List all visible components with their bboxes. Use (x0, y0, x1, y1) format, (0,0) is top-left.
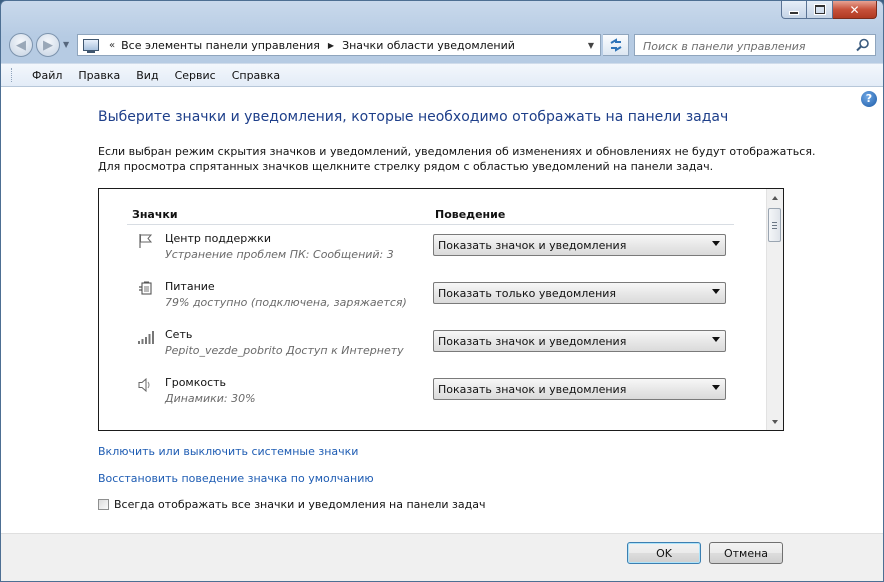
item-name: Громкость (165, 376, 227, 389)
network-signal-icon (138, 331, 154, 344)
scroll-up-button[interactable] (767, 189, 783, 206)
back-arrow-icon: ◀ (16, 37, 26, 53)
page-title: Выберите значки и уведомления, которые н… (98, 109, 729, 125)
menu-bar: Файл Правка Вид Сервис Справка (1, 63, 883, 87)
scroll-down-button[interactable] (767, 413, 783, 430)
list-item-volume: Громкость Динамики: 30% Показать значок … (99, 371, 765, 411)
minimize-icon (789, 10, 799, 15)
thumb-grip (772, 228, 777, 229)
column-header-icons: Значки (132, 208, 178, 221)
breadcrumb-notification-area-icons[interactable]: Значки области уведомлений (342, 39, 515, 52)
scroll-thumb[interactable] (768, 208, 781, 242)
address-bar[interactable]: « Все элементы панели управления ▶ Значк… (77, 34, 601, 56)
refresh-button[interactable] (603, 34, 629, 56)
flag-icon (139, 234, 153, 248)
header-divider (127, 224, 734, 225)
always-show-all-label[interactable]: Всегда отображать все значки и уведомлен… (114, 498, 486, 511)
search-icon[interactable] (856, 38, 870, 52)
ok-button[interactable]: OK (627, 542, 701, 564)
restore-defaults-link[interactable]: Восстановить поведение значка по умолчан… (98, 472, 374, 485)
page-description: Если выбран режим скрытия значков и увед… (98, 144, 815, 174)
help-icon[interactable]: ? (861, 91, 877, 107)
list-item-network: Сеть Pepito_vezde_pobrito Доступ к Интер… (99, 323, 765, 363)
dropdown-value: Показать значок и уведомления (438, 382, 627, 396)
scroll-down-icon (772, 419, 778, 424)
list-scrollbar[interactable] (766, 189, 783, 430)
cancel-button[interactable]: Отмена (709, 542, 783, 564)
menu-grip (11, 68, 14, 82)
navigation-bar: ◀ ▶ ▼ « Все элементы панели управления ▶… (1, 29, 883, 63)
maximize-button[interactable] (807, 1, 833, 19)
dropdown-value: Показать значок и уведомления (438, 238, 627, 252)
item-name: Сеть (165, 328, 193, 341)
menu-tools[interactable]: Сервис (167, 69, 224, 82)
close-button[interactable]: ✕ (833, 1, 877, 19)
close-icon: ✕ (849, 2, 860, 17)
list-item-action-center: Центр поддержки Устранение проблем ПК: С… (99, 227, 765, 267)
chevron-down-icon (712, 337, 720, 342)
breadcrumb-separator-icon[interactable]: ▶ (328, 41, 334, 50)
breadcrumb-overflow-icon[interactable]: « (109, 40, 115, 51)
menu-file[interactable]: Файл (24, 69, 70, 82)
list-item-power: Питание 79% доступно (подключена, заряжа… (99, 275, 765, 315)
power-plug-icon (139, 281, 152, 295)
thumb-grip (772, 222, 777, 223)
control-panel-window: ✕ ◀ ▶ ▼ « Все элементы панели управления… (0, 0, 884, 582)
dropdown-value: Показать значок и уведомления (438, 334, 627, 348)
behavior-dropdown[interactable]: Показать значок и уведомления (433, 330, 726, 352)
minimize-button[interactable] (781, 1, 807, 19)
notification-icons-list: Значки Поведение Центр поддержки Устране… (98, 188, 784, 431)
search-input[interactable] (641, 36, 855, 56)
item-detail: Динамики: 30% (165, 392, 256, 405)
description-line-2: Для просмотра спрятанных значков щелкнит… (98, 160, 714, 173)
main-content: ? Выберите значки и уведомления, которые… (1, 87, 883, 533)
description-line-1: Если выбран режим скрытия значков и увед… (98, 145, 816, 158)
scroll-up-icon (772, 195, 778, 200)
behavior-dropdown[interactable]: Показать значок и уведомления (433, 234, 726, 256)
behavior-dropdown[interactable]: Показать только уведомления (433, 282, 726, 304)
recent-pages-dropdown-icon[interactable]: ▼ (63, 40, 69, 49)
back-button[interactable]: ◀ (9, 33, 33, 57)
item-detail: Устранение проблем ПК: Сообщений: 3 (165, 248, 394, 261)
item-name: Центр поддержки (165, 232, 271, 245)
refresh-icon (609, 38, 622, 52)
caption-buttons: ✕ (781, 1, 877, 19)
search-box[interactable] (634, 34, 876, 56)
control-panel-icon (83, 39, 99, 53)
column-header-behavior: Поведение (435, 208, 506, 221)
behavior-dropdown[interactable]: Показать значок и уведомления (433, 378, 726, 400)
chevron-down-icon (712, 241, 720, 246)
thumb-grip (772, 225, 777, 226)
always-show-all-checkbox[interactable] (98, 499, 109, 510)
menu-view[interactable]: Вид (128, 69, 166, 82)
menu-edit[interactable]: Правка (70, 69, 128, 82)
item-detail: 79% доступно (подключена, заряжается) (165, 296, 407, 309)
always-show-all-checkbox-row[interactable]: Всегда отображать все значки и уведомлен… (98, 498, 486, 511)
maximize-icon (814, 5, 825, 14)
forward-button[interactable]: ▶ (36, 33, 60, 57)
address-dropdown-icon[interactable]: ▼ (582, 35, 600, 55)
dialog-footer: OK Отмена (1, 533, 883, 581)
item-name: Питание (165, 280, 215, 293)
chevron-down-icon (712, 385, 720, 390)
item-detail: Pepito_vezde_pobrito Доступ к Интернету (165, 344, 404, 357)
forward-arrow-icon: ▶ (43, 37, 53, 53)
breadcrumb-all-control-panel-items[interactable]: Все элементы панели управления (121, 39, 320, 52)
system-icons-link[interactable]: Включить или выключить системные значки (98, 445, 358, 458)
menu-help[interactable]: Справка (224, 69, 288, 82)
speaker-icon (138, 377, 150, 393)
dropdown-value: Показать только уведомления (438, 286, 617, 300)
chevron-down-icon (712, 289, 720, 294)
